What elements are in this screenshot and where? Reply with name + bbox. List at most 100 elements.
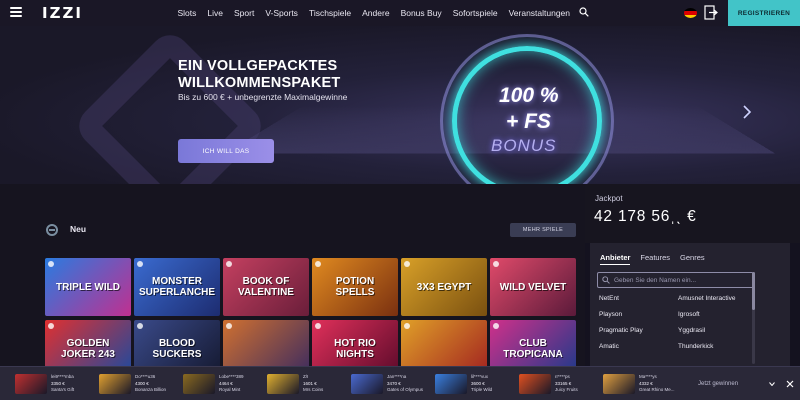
search-icon[interactable] xyxy=(579,7,589,17)
menu-icon[interactable] xyxy=(10,7,22,17)
game-title: GOLDEN JOKER 243 xyxy=(61,338,115,360)
info-icon[interactable] xyxy=(493,261,499,267)
hero-badge-percent: 100 % xyxy=(499,84,559,107)
info-icon[interactable] xyxy=(48,261,54,267)
provider-item[interactable]: Pragmatic Play xyxy=(599,327,678,334)
hero-subtitle: Bis zu 600 € + unbegrenzte Maximalgewinn… xyxy=(178,92,348,102)
win-item[interactable]: Z/I 1601 € Mrs Coins xyxy=(267,373,351,395)
game-tile[interactable]: MONSTER SUPERLANCHE xyxy=(134,258,220,316)
game-thumbnail xyxy=(519,374,551,394)
provider-filter-panel: Anbieter Features Genres NetEntAmusnet Int… xyxy=(590,243,790,368)
new-games-icon xyxy=(46,224,58,236)
nav-item-slots[interactable]: Slots xyxy=(172,8,202,18)
chevron-down-icon[interactable] xyxy=(769,382,775,386)
jackpot-panel: Jackpot 42 178 56ˌˎ € xyxy=(585,184,800,243)
win-item[interactable]: Jan****na 3470 € Gates of Olympus xyxy=(351,373,435,395)
game-grid: TRIPLE WILD MONSTER SUPERLANCHE BOOK OF VA… xyxy=(45,258,577,378)
provider-list-scrollbar[interactable] xyxy=(752,272,755,364)
provider-item[interactable]: NetEnt xyxy=(599,295,678,302)
language-flag-icon[interactable] xyxy=(684,8,697,18)
site-logo[interactable]: IZZI xyxy=(42,4,83,22)
provider-list: NetEnt Amusnet Interactive Playson Igrosoft… xyxy=(599,295,749,350)
nav-item-sport[interactable]: Sport xyxy=(229,8,260,18)
win-item[interactable]: rr****ps 33165 € Juicy Fruits xyxy=(519,373,603,395)
game-tile[interactable]: WILD VELVET xyxy=(490,258,576,316)
tab-anbieter[interactable]: Anbieter xyxy=(600,253,631,265)
info-icon[interactable] xyxy=(404,323,410,329)
game-tile[interactable]: 3X3 EGYPT xyxy=(401,258,487,316)
tab-features[interactable]: Features xyxy=(640,253,670,265)
win-game: Bonanza Billion xyxy=(135,387,167,393)
game-thumbnail xyxy=(99,374,131,394)
hero-cta-button[interactable]: ICH WILL DAS xyxy=(178,139,274,163)
game-tile[interactable]: POTION SPELLS xyxy=(312,258,398,316)
win-details: lil****vux 3600 € Triple Wild xyxy=(471,374,492,394)
provider-item[interactable]: Thunderkick xyxy=(678,343,749,350)
game-thumbnail xyxy=(603,374,635,394)
game-title: BLOOD SUCKERS xyxy=(152,338,202,360)
provider-item[interactable]: Playson xyxy=(599,311,678,318)
nav-item-live[interactable]: Live xyxy=(202,8,229,18)
game-tile[interactable]: BOOK OF VALENTINE xyxy=(223,258,309,316)
win-item[interactable]: Lobe****389 4464 € Royal Mint xyxy=(183,373,267,395)
win-item[interactable]: lil****vux 3600 € Triple Wild xyxy=(435,373,519,395)
info-icon[interactable] xyxy=(315,323,321,329)
nav-item-sofortspiele[interactable]: Sofortspiele xyxy=(447,8,503,18)
game-tile[interactable]: TRIPLE WILD xyxy=(45,258,131,316)
provider-item[interactable]: Yggdrasil xyxy=(678,327,749,334)
hero-badge-bonus: BONUS xyxy=(491,136,557,155)
win-game: Juicy Fruits xyxy=(555,387,578,393)
win-details: Lobe****389 4464 € Royal Mint xyxy=(219,374,244,394)
info-icon[interactable] xyxy=(404,261,410,267)
info-icon[interactable] xyxy=(493,323,499,329)
win-details: Z/I 1601 € Mrs Coins xyxy=(303,374,323,394)
tab-genres[interactable]: Genres xyxy=(680,253,705,265)
provider-search-input[interactable] xyxy=(614,276,753,284)
jackpot-label: Jackpot xyxy=(595,194,623,203)
jackpot-value: 42 178 56ˌˎ € xyxy=(594,208,697,225)
hero-banner: EIN VOLLGEPACKTES WILLKOMMENSPAKET Bis z… xyxy=(0,26,800,184)
win-item[interactable]: Do****u36 4300 € Bonanza Billion xyxy=(99,373,183,395)
main-nav: Slots Live Sport V-Sports Tischspiele Andere B… xyxy=(172,0,576,26)
game-title: CLUB TROPICANA xyxy=(503,338,563,360)
section-title: Neu xyxy=(70,224,87,234)
nav-item-v-sports[interactable]: V-Sports xyxy=(260,8,304,18)
nav-item-andere[interactable]: Andere xyxy=(357,8,395,18)
info-icon[interactable] xyxy=(137,323,143,329)
info-icon[interactable] xyxy=(226,323,232,329)
win-item[interactable]: lei9****mba 3350 € Santa's Gift xyxy=(15,373,99,395)
info-icon[interactable] xyxy=(137,261,143,267)
login-icon[interactable] xyxy=(704,5,718,20)
chevron-right-icon[interactable] xyxy=(742,104,752,120)
more-games-button[interactable]: MEHR SPIELE xyxy=(510,223,576,237)
provider-search-field[interactable] xyxy=(597,272,754,288)
nav-item-bonus-buy[interactable]: Bonus Buy xyxy=(395,8,447,18)
register-button[interactable]: REGISTRIEREN xyxy=(728,0,800,26)
win-details: lei9****mba 3350 € Santa's Gift xyxy=(51,374,74,394)
game-thumbnail xyxy=(351,374,383,394)
game-thumbnail xyxy=(15,374,47,394)
wins-list: lei9****mba 3350 € Santa's Gift Do****u36 43… xyxy=(15,373,687,395)
win-game: Mrs Coins xyxy=(303,387,324,393)
win-details: Jan****na 3470 € Gates of Olympus xyxy=(387,374,423,394)
hero-badge-fs: + FS xyxy=(506,110,551,133)
ticker-label: Jetzt gewinnen xyxy=(698,381,739,387)
nav-item-tischspiele[interactable]: Tischspiele xyxy=(303,8,356,18)
info-icon[interactable] xyxy=(226,261,232,267)
provider-item[interactable]: Igrosoft xyxy=(678,311,749,318)
nav-item-veranstaltungen[interactable]: Veranstaltungen xyxy=(503,8,575,18)
provider-item[interactable]: Amusnet Interactive xyxy=(678,295,749,302)
game-title: WILD VELVET xyxy=(499,281,567,293)
info-icon[interactable] xyxy=(315,261,321,267)
game-title: MONSTER SUPERLANCHE xyxy=(138,276,216,298)
win-details: rr****ps 33165 € Juicy Fruits xyxy=(555,374,578,394)
win-item[interactable]: Ma****ys 4332 € Great Rhino Me... xyxy=(603,373,687,395)
game-title: 3X3 EGYPT xyxy=(416,281,472,293)
info-icon[interactable] xyxy=(48,323,54,329)
provider-item[interactable]: Amatic xyxy=(599,343,678,350)
win-game: Triple Wild xyxy=(471,387,493,393)
win-game: Great Rhino Me... xyxy=(639,387,675,393)
game-thumbnail xyxy=(267,374,299,394)
close-icon[interactable] xyxy=(786,380,794,388)
game-thumbnail xyxy=(183,374,215,394)
